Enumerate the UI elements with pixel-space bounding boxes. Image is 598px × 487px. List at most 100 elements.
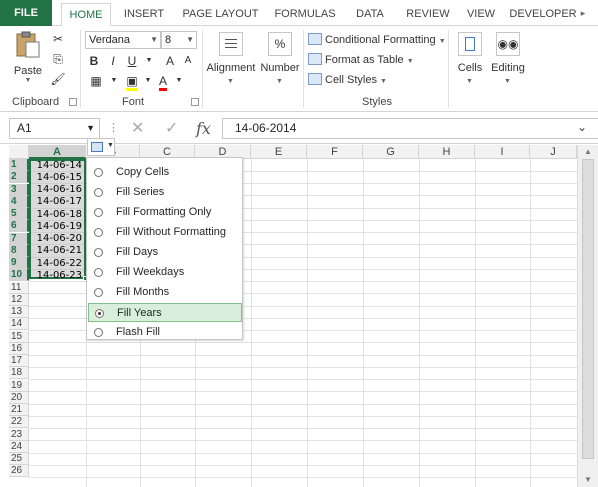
tab-formulas[interactable]: FORMULAS: [269, 3, 341, 26]
row-header[interactable]: 2: [9, 171, 29, 184]
more-options-icon[interactable]: ⋮: [108, 118, 119, 139]
scroll-up-icon[interactable]: ▲: [584, 147, 592, 156]
row-header[interactable]: 5: [9, 208, 29, 220]
menu-item[interactable]: Copy Cells: [88, 163, 242, 182]
cut-icon[interactable]: ✂: [48, 30, 68, 48]
vertical-scrollbar[interactable]: ▲ ▼: [577, 145, 598, 487]
enter-icon[interactable]: ✓: [165, 118, 178, 139]
radio-icon: [94, 208, 103, 217]
tab-developer[interactable]: DEVELOPER: [508, 3, 578, 26]
cells-button[interactable]: Cells ▼: [452, 30, 488, 92]
menu-item[interactable]: Fill Without Formatting: [88, 223, 242, 242]
cell[interactable]: 14-06-21: [29, 245, 85, 257]
paste-button[interactable]: Paste ▼: [10, 30, 46, 90]
grow-font-button[interactable]: A: [160, 52, 180, 70]
bold-button[interactable]: B: [84, 52, 104, 70]
row-header[interactable]: 20: [9, 391, 29, 404]
formula-input[interactable]: 14-06-2014: [222, 118, 598, 139]
menu-item[interactable]: Fill Years: [88, 303, 242, 322]
cell[interactable]: 14-06-16: [29, 184, 85, 196]
paste-dropdown-icon[interactable]: ▼: [10, 77, 46, 84]
row-header[interactable]: 13: [9, 306, 29, 318]
expand-formula-bar-icon[interactable]: ⌄: [577, 120, 587, 134]
tab-home[interactable]: HOME: [61, 3, 111, 26]
borders-icon[interactable]: ▦: [86, 72, 106, 90]
tab-page-layout[interactable]: PAGE LAYOUT: [178, 3, 263, 26]
row-header[interactable]: 6: [9, 220, 29, 233]
row-header[interactable]: 8: [9, 244, 29, 257]
column-header[interactable]: H: [419, 145, 475, 159]
cell-styles-button[interactable]: Cell Styles ▼: [308, 71, 387, 89]
row-header[interactable]: 16: [9, 342, 29, 355]
row-header[interactable]: 19: [9, 379, 29, 392]
cell[interactable]: 14-06-22: [29, 258, 85, 270]
number-button[interactable]: % Number ▼: [258, 30, 302, 92]
underline-dropdown-icon[interactable]: ▼: [139, 52, 159, 70]
tab-view[interactable]: VIEW: [460, 3, 502, 26]
editing-button[interactable]: ◉◉ Editing ▼: [490, 30, 526, 92]
column-header[interactable]: F: [307, 145, 363, 159]
row-header[interactable]: 25: [9, 453, 29, 465]
row-header[interactable]: 21: [9, 404, 29, 416]
tab-review[interactable]: REVIEW: [400, 3, 456, 26]
row-header[interactable]: 15: [9, 330, 29, 343]
scrollbar-thumb[interactable]: [582, 159, 594, 459]
row-header[interactable]: 17: [9, 355, 29, 367]
column-header[interactable]: I: [475, 145, 530, 159]
row-header[interactable]: 10: [9, 269, 29, 282]
menu-item[interactable]: Fill Series: [88, 183, 242, 202]
cell[interactable]: 14-06-17: [29, 196, 85, 208]
cell[interactable]: 14-06-19: [29, 221, 85, 233]
conditional-formatting-button[interactable]: Conditional Formatting ▼: [308, 31, 446, 49]
font-name-combo[interactable]: Verdana ▼: [85, 31, 161, 49]
font-size-combo[interactable]: 8 ▼: [161, 31, 197, 49]
copy-icon[interactable]: ⎘: [48, 50, 68, 68]
alignment-button[interactable]: Alignment ▼: [205, 30, 257, 92]
font-color-dropdown-icon[interactable]: ▼: [169, 72, 189, 90]
cell[interactable]: 14-06-20: [29, 233, 85, 245]
row-header[interactable]: 4: [9, 195, 29, 208]
column-header[interactable]: A: [29, 145, 86, 159]
row-header[interactable]: 26: [9, 465, 29, 478]
row-header[interactable]: 7: [9, 232, 29, 245]
cell[interactable]: 14-06-18: [29, 209, 85, 221]
cell[interactable]: 14-06-15: [29, 172, 85, 184]
select-all-corner[interactable]: [9, 145, 29, 159]
font-launcher-icon[interactable]: [191, 98, 199, 106]
row-header[interactable]: 14: [9, 318, 29, 331]
menu-item[interactable]: Fill Weekdays: [88, 263, 242, 282]
menu-item[interactable]: Flash Fill: [88, 323, 242, 342]
tab-file[interactable]: FILE: [0, 0, 52, 26]
column-header[interactable]: G: [363, 145, 419, 159]
menu-item[interactable]: Fill Months: [88, 283, 242, 302]
cell[interactable]: 14-06-14: [29, 160, 85, 172]
row-header[interactable]: 23: [9, 428, 29, 441]
scroll-down-icon[interactable]: ▼: [584, 475, 592, 484]
clipboard-launcher-icon[interactable]: [69, 98, 77, 106]
row-header[interactable]: 3: [9, 183, 29, 196]
row-header[interactable]: 22: [9, 416, 29, 429]
auto-fill-options-button[interactable]: ▼: [87, 138, 115, 156]
tab-scroll-right-icon[interactable]: ▸: [576, 5, 590, 21]
tab-data[interactable]: DATA: [346, 3, 394, 26]
name-box[interactable]: A1 ▼: [9, 118, 100, 139]
tab-insert[interactable]: INSERT: [117, 3, 171, 26]
format-as-table-button[interactable]: Format as Table ▼: [308, 51, 414, 69]
menu-item[interactable]: Fill Days: [88, 243, 242, 262]
row-header[interactable]: 1: [9, 159, 29, 171]
row-header[interactable]: 18: [9, 367, 29, 380]
row-header[interactable]: 11: [9, 281, 29, 294]
row-header[interactable]: 9: [9, 257, 29, 269]
menu-item[interactable]: Fill Formatting Only: [88, 203, 242, 222]
shrink-font-button[interactable]: A: [178, 52, 198, 70]
column-header[interactable]: E: [251, 145, 307, 159]
insert-function-icon[interactable]: fx: [196, 118, 211, 139]
cell[interactable]: 14-06-23: [29, 270, 85, 282]
borders-dropdown-icon[interactable]: ▼: [104, 72, 124, 90]
column-header[interactable]: J: [530, 145, 577, 159]
italic-button[interactable]: I: [103, 52, 123, 70]
cancel-icon[interactable]: ✕: [131, 118, 144, 139]
row-header[interactable]: 24: [9, 440, 29, 453]
format-painter-icon[interactable]: 🖌: [48, 70, 68, 88]
row-header[interactable]: 12: [9, 293, 29, 306]
